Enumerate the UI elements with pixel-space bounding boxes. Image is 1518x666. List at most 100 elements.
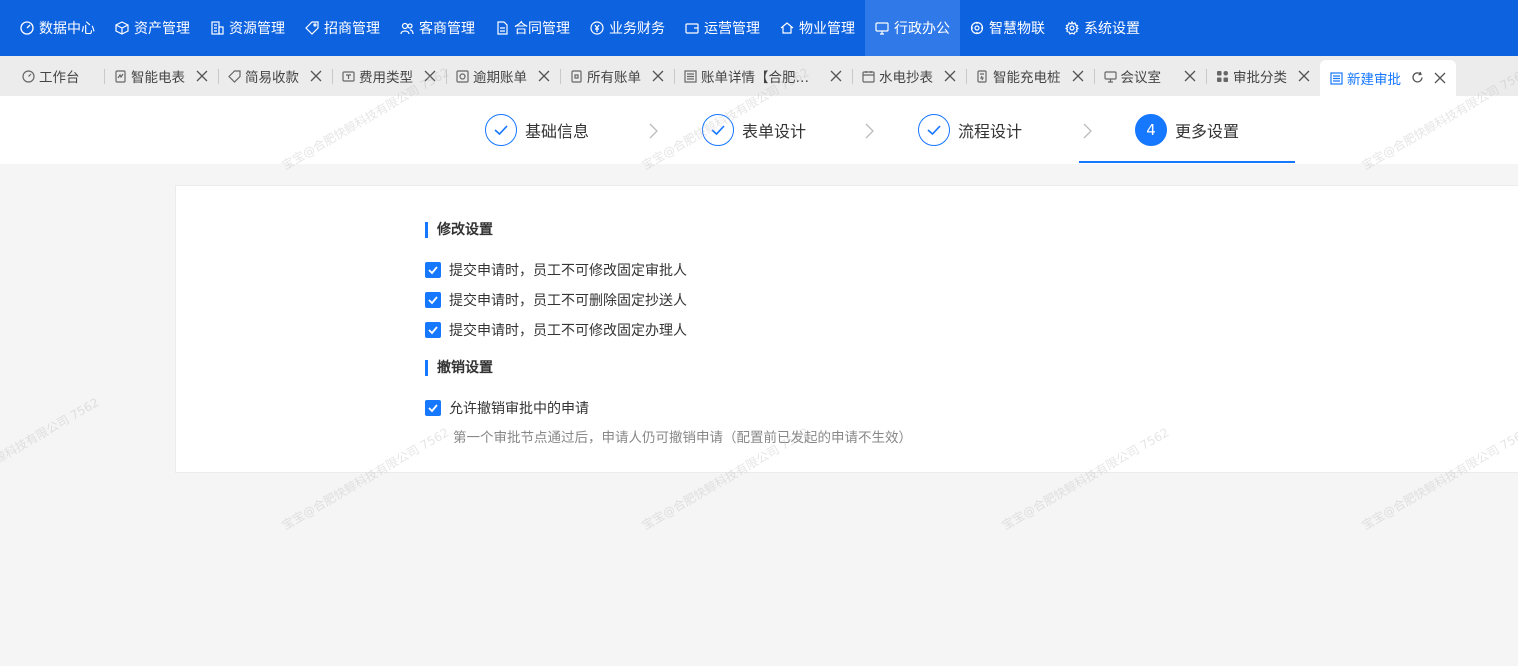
nav-item-admin-office[interactable]: 行政办公 xyxy=(865,0,960,56)
close-icon[interactable] xyxy=(1183,69,1197,83)
tab-label: 费用类型 xyxy=(359,70,413,86)
nav-item-finance[interactable]: 业务财务 xyxy=(580,0,675,56)
tab-approval-category[interactable]: 审批分类 xyxy=(1206,56,1320,96)
close-icon[interactable] xyxy=(943,69,957,83)
cube-icon xyxy=(115,21,129,35)
checkbox-checked-icon[interactable] xyxy=(425,322,441,338)
tab-label: 工作台 xyxy=(39,70,80,86)
nav-item-customers[interactable]: 客商管理 xyxy=(390,0,485,56)
building-icon xyxy=(210,21,224,35)
nav-item-resources[interactable]: 资源管理 xyxy=(200,0,295,56)
tab-meter-reading[interactable]: 水电抄表 xyxy=(852,56,966,96)
chevron-right-icon xyxy=(864,123,874,139)
refresh-icon[interactable] xyxy=(1411,71,1425,85)
nav-item-label: 系统设置 xyxy=(1084,21,1140,37)
modify-settings-title: 修改设置 xyxy=(425,222,493,238)
step-basic-info[interactable]: 基础信息 xyxy=(485,96,589,164)
nav-item-label: 招商管理 xyxy=(324,21,380,37)
tab-workbench[interactable]: 工作台 xyxy=(12,56,104,96)
watermark: 宝宝@合肥快鲸科技有限公司 7562 xyxy=(0,395,102,503)
checkbox-allow-revoke[interactable]: 允许撤销审批中的申请 xyxy=(425,398,589,418)
tab-all-bills[interactable]: 所有账单 xyxy=(560,56,674,96)
active-step-underline xyxy=(1079,161,1295,163)
tab-label: 逾期账单 xyxy=(473,70,527,86)
close-icon[interactable] xyxy=(1297,69,1311,83)
step-number: 4 xyxy=(1135,114,1167,146)
gear-icon xyxy=(1065,21,1079,35)
tab-smart-meter[interactable]: 智能电表 xyxy=(104,56,218,96)
tab-label: 简易收款 xyxy=(245,70,299,86)
nav-item-property[interactable]: 物业管理 xyxy=(770,0,865,56)
step-more-settings[interactable]: 4 更多设置 xyxy=(1135,96,1239,164)
nav-item-label: 业务财务 xyxy=(609,21,665,37)
settings-card: 修改设置 提交申请时，员工不可修改固定审批人 提交申请时，员工不可删除固定抄送人… xyxy=(175,185,1518,473)
close-icon[interactable] xyxy=(309,69,323,83)
close-icon[interactable] xyxy=(651,69,665,83)
nav-item-label: 智慧物联 xyxy=(989,21,1045,37)
dashboard-icon xyxy=(20,21,34,35)
tag-icon xyxy=(305,21,319,35)
users-icon xyxy=(400,21,414,35)
nav-item-assets[interactable]: 资产管理 xyxy=(105,0,200,56)
nav-item-investment[interactable]: 招商管理 xyxy=(295,0,390,56)
tab-fee-types[interactable]: 费用类型 xyxy=(332,56,446,96)
close-icon[interactable] xyxy=(1071,69,1085,83)
bill-icon xyxy=(570,69,583,83)
nav-item-label: 资产管理 xyxy=(134,21,190,37)
tab-label: 智能充电桩 xyxy=(993,70,1061,86)
checkbox-no-delete-cc[interactable]: 提交申请时，员工不可删除固定抄送人 xyxy=(425,290,687,310)
checkbox-checked-icon[interactable] xyxy=(425,262,441,278)
close-icon[interactable] xyxy=(537,69,551,83)
tab-label: 会议室 xyxy=(1120,70,1162,86)
check-icon xyxy=(702,114,734,146)
iot-icon xyxy=(970,21,984,35)
checkbox-label: 允许撤销审批中的申请 xyxy=(449,401,589,417)
tab-label: 新建审批 xyxy=(1347,72,1401,88)
nav-item-label: 行政办公 xyxy=(894,21,950,37)
revoke-settings-title: 撤销设置 xyxy=(425,360,493,376)
close-icon[interactable] xyxy=(829,69,843,83)
tab-bar: 工作台 智能电表 简易收款 费用类型 逾期账单 所有账单 账单详情【合肥彼… 水… xyxy=(0,56,1518,96)
close-icon[interactable] xyxy=(195,69,209,83)
chevron-right-icon xyxy=(1082,123,1092,139)
tab-simple-payment[interactable]: 简易收款 xyxy=(218,56,332,96)
tab-meeting-room[interactable]: 会议室 xyxy=(1093,56,1207,96)
bill-icon xyxy=(456,69,469,83)
step-label: 表单设计 xyxy=(742,122,807,141)
step-label: 流程设计 xyxy=(958,122,1023,141)
step-form-design[interactable]: 表单设计 xyxy=(702,96,806,164)
nav-item-data-center[interactable]: 数据中心 xyxy=(10,0,105,56)
nav-item-settings[interactable]: 系统设置 xyxy=(1055,0,1150,56)
checkbox-label: 提交申请时，员工不可修改固定办理人 xyxy=(449,323,687,339)
tab-overdue-bills[interactable]: 逾期账单 xyxy=(446,56,560,96)
monitor-icon xyxy=(875,21,889,35)
nav-item-contracts[interactable]: 合同管理 xyxy=(485,0,580,56)
checkbox-label: 提交申请时，员工不可修改固定审批人 xyxy=(449,263,687,279)
home-icon xyxy=(780,21,794,35)
top-navigation: 数据中心 资产管理 资源管理 招商管理 客商管理 合同管理 业务财务 运营管理 … xyxy=(0,0,1518,56)
tab-label: 所有账单 xyxy=(587,70,641,86)
step-process-design[interactable]: 流程设计 xyxy=(918,96,1022,164)
nav-item-operations[interactable]: 运营管理 xyxy=(675,0,770,56)
folder-icon xyxy=(342,70,355,83)
document-icon xyxy=(495,21,509,35)
step-label: 更多设置 xyxy=(1175,122,1240,141)
close-icon[interactable] xyxy=(423,69,437,83)
checkbox-no-modify-approver[interactable]: 提交申请时，员工不可修改固定审批人 xyxy=(425,260,687,280)
list-icon xyxy=(684,69,697,83)
tab-bill-details[interactable]: 账单详情【合肥彼… xyxy=(674,56,852,96)
revoke-hint: 第一个审批节点通过后，申请人仍可撤销申请（配置前已发起的申请不生效） xyxy=(453,430,912,446)
checkbox-checked-icon[interactable] xyxy=(425,292,441,308)
chevron-right-icon xyxy=(648,123,658,139)
checkbox-no-modify-handler[interactable]: 提交申请时，员工不可修改固定办理人 xyxy=(425,320,687,340)
step-indicator: 基础信息 表单设计 流程设计 4 更多设置 xyxy=(0,96,1518,164)
tab-label: 账单详情【合肥彼… xyxy=(701,70,819,86)
checkbox-checked-icon[interactable] xyxy=(425,400,441,416)
tab-smart-charger[interactable]: 智能充电桩 xyxy=(966,56,1094,96)
grid-icon xyxy=(1216,70,1229,83)
tab-label: 智能电表 xyxy=(131,70,185,86)
close-icon[interactable] xyxy=(1433,71,1447,85)
calendar-icon xyxy=(862,70,875,83)
tab-new-approval[interactable]: 新建审批 xyxy=(1320,60,1456,96)
nav-item-iot[interactable]: 智慧物联 xyxy=(960,0,1055,56)
